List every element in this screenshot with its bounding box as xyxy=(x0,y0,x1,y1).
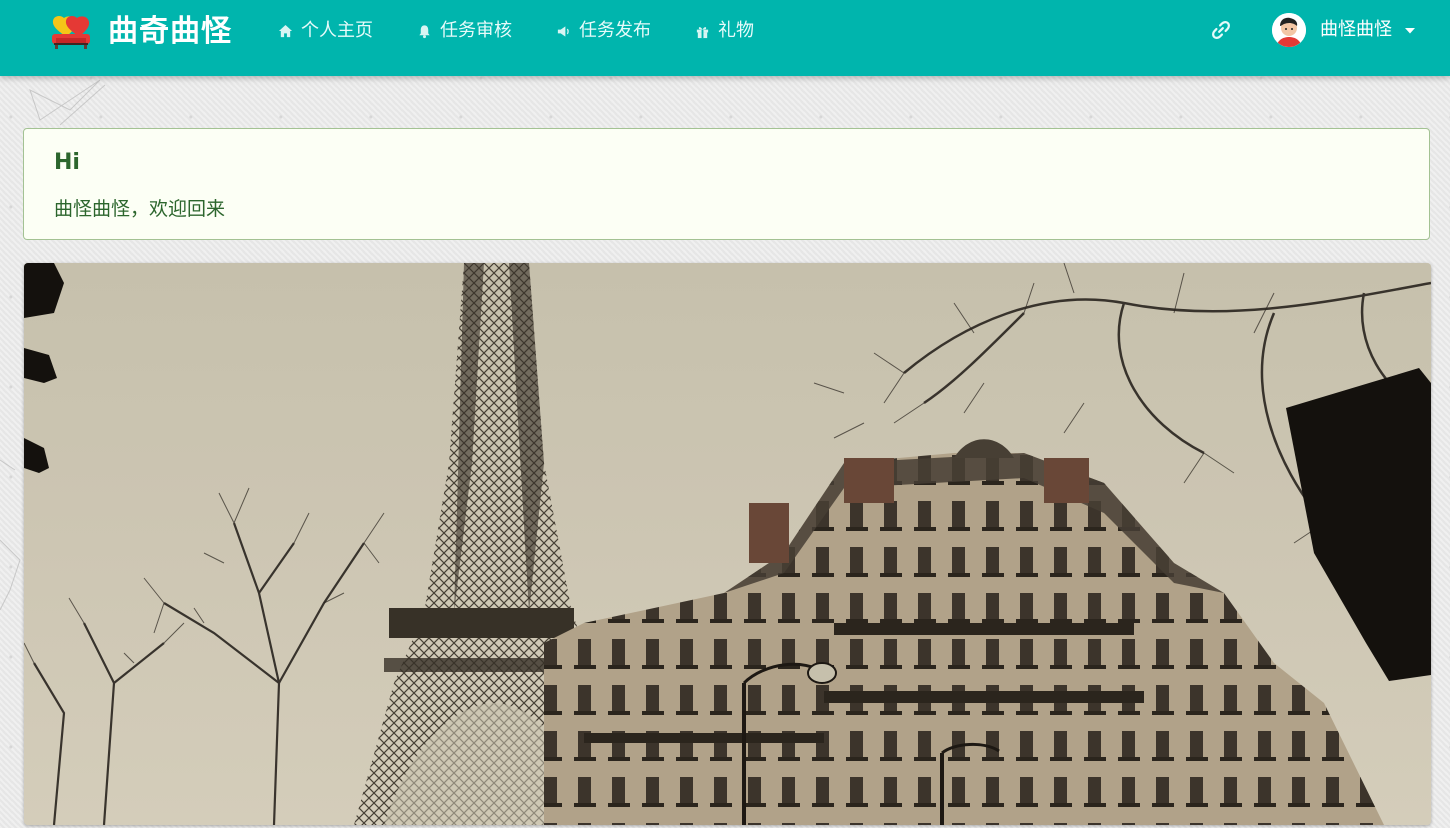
home-icon xyxy=(278,24,293,37)
welcome-title: Hi xyxy=(54,150,80,175)
top-navbar: 曲奇曲怪 个人主页 任务审核 任务发布 礼物 曲怪曲怪 xyxy=(0,0,1450,76)
bell-icon xyxy=(419,24,430,38)
megaphone-icon xyxy=(557,25,569,37)
link-icon[interactable] xyxy=(1210,19,1232,41)
nav-item-home[interactable]: 个人主页 xyxy=(278,18,373,44)
nav-item-label: 个人主页 xyxy=(301,20,373,41)
nav-item-review[interactable]: 任务审核 xyxy=(417,18,512,44)
banner-image xyxy=(24,263,1431,825)
user-avatar[interactable] xyxy=(1272,13,1306,47)
caret-down-icon[interactable] xyxy=(1404,24,1416,36)
user-name[interactable]: 曲怪曲怪 xyxy=(1320,12,1392,48)
main-nav: 个人主页 任务审核 任务发布 礼物 xyxy=(278,18,798,44)
avatar-icon xyxy=(1272,13,1306,47)
heart-sofa-logo-icon xyxy=(52,15,90,49)
welcome-text: 曲怪曲怪，欢迎回来 xyxy=(54,198,226,220)
nav-item-label: 任务发布 xyxy=(579,20,651,41)
nav-item-gift[interactable]: 礼物 xyxy=(695,18,754,44)
gift-icon xyxy=(696,26,709,38)
welcome-message-box: Hi 曲怪曲怪，欢迎回来 xyxy=(23,128,1430,240)
nav-right: 曲怪曲怪 xyxy=(1210,12,1416,48)
brand-name: 曲奇曲怪 xyxy=(108,14,232,49)
nav-item-label: 任务审核 xyxy=(440,20,512,41)
nav-item-publish[interactable]: 任务发布 xyxy=(556,18,651,44)
eiffel-tower-photo xyxy=(24,263,1431,825)
brand[interactable]: 曲奇曲怪 xyxy=(50,12,232,52)
nav-item-label: 礼物 xyxy=(718,20,754,41)
